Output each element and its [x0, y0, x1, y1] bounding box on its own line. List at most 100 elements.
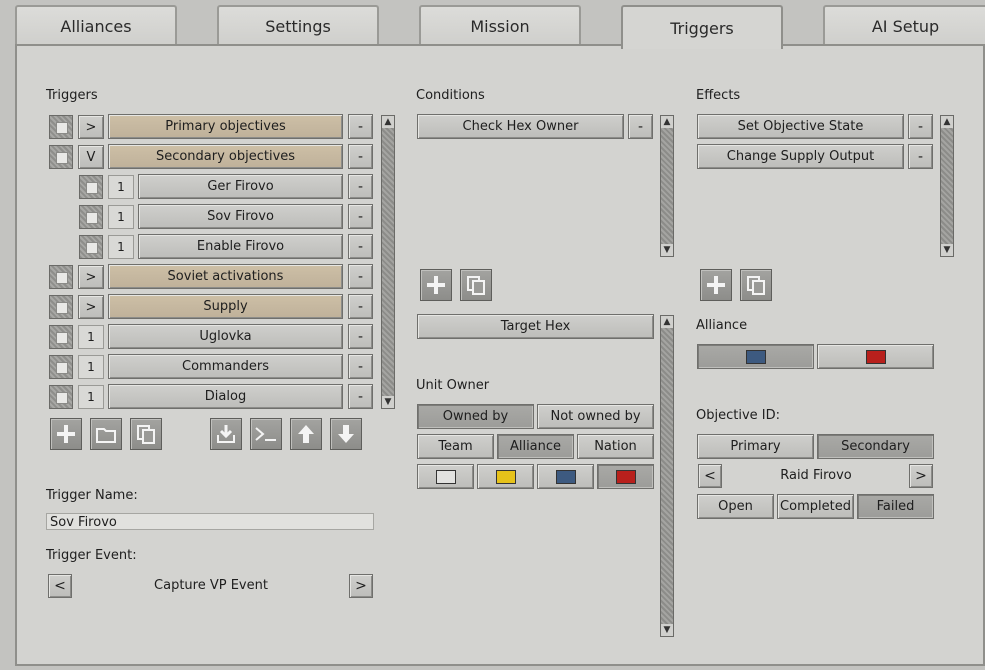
remove-trigger-button[interactable]: -	[348, 264, 373, 289]
trigger-item[interactable]: Ger Firovo	[138, 174, 343, 199]
scroll-up-icon[interactable]: ▲	[941, 116, 953, 128]
primary-button[interactable]: Primary	[697, 434, 814, 459]
add-condition-button[interactable]	[420, 269, 452, 301]
remove-trigger-button[interactable]: -	[348, 354, 373, 379]
remove-trigger-button[interactable]: -	[348, 174, 373, 199]
objective-prev-button[interactable]: <	[698, 464, 722, 488]
trigger-checkbox[interactable]	[79, 235, 103, 259]
import-button[interactable]	[210, 418, 242, 450]
remove-effect-button[interactable]: -	[908, 114, 933, 139]
team-button[interactable]: Team	[417, 434, 494, 459]
folder-icon	[96, 428, 116, 443]
owner-color-swatch[interactable]	[537, 464, 594, 489]
tab-settings[interactable]: Settings	[217, 5, 379, 45]
scroll-up-icon[interactable]: ▲	[661, 116, 673, 128]
owner-color-swatch[interactable]	[477, 464, 534, 489]
tab-ai-setup[interactable]: AI Setup	[823, 5, 985, 45]
scroll-up-icon[interactable]: ▲	[382, 116, 394, 128]
objective-value: Raid Firovo	[780, 468, 852, 483]
alliance-button[interactable]: Alliance	[497, 434, 574, 459]
trigger-item[interactable]: Enable Firovo	[138, 234, 343, 259]
event-prev-button[interactable]: <	[48, 574, 72, 598]
expand-toggle[interactable]: >	[78, 295, 104, 319]
event-next-button[interactable]: >	[349, 574, 373, 598]
trigger-item[interactable]: Dialog	[108, 384, 343, 409]
secondary-button[interactable]: Secondary	[817, 434, 934, 459]
add-effect-button[interactable]	[700, 269, 732, 301]
trigger-checkbox[interactable]	[79, 205, 103, 229]
effects-scrollbar[interactable]: ▲ ▼	[940, 115, 954, 257]
nation-button[interactable]: Nation	[577, 434, 654, 459]
remove-effect-button[interactable]: -	[908, 144, 933, 169]
expand-toggle[interactable]: >	[78, 265, 104, 289]
remove-condition-button[interactable]: -	[628, 114, 653, 139]
condition-params-scrollbar[interactable]: ▲ ▼	[660, 315, 674, 637]
target-hex-button[interactable]: Target Hex	[417, 314, 654, 339]
trigger-group-item[interactable]: Secondary objectives	[108, 144, 343, 169]
trigger-group-item[interactable]: Primary objectives	[108, 114, 343, 139]
trigger-item[interactable]: Sov Firovo	[138, 204, 343, 229]
trigger-event-label: Trigger Event:	[46, 548, 137, 563]
remove-trigger-button[interactable]: -	[348, 204, 373, 229]
trigger-group-item[interactable]: Supply	[108, 294, 343, 319]
trigger-name-input[interactable]: Sov Firovo	[46, 513, 374, 530]
owned-by-button[interactable]: Owned by	[417, 404, 534, 429]
add-folder-button[interactable]	[90, 418, 122, 450]
scroll-down-icon[interactable]: ▼	[661, 244, 673, 256]
scroll-down-icon[interactable]: ▼	[382, 396, 394, 408]
expand-toggle[interactable]: V	[78, 145, 104, 169]
owner-color-swatch[interactable]	[597, 464, 654, 489]
trigger-checkbox[interactable]	[49, 385, 73, 409]
trigger-item[interactable]: Uglovka	[108, 324, 343, 349]
trigger-count: 1	[108, 205, 134, 229]
expand-toggle[interactable]: >	[78, 115, 104, 139]
trigger-checkbox[interactable]	[49, 145, 73, 169]
objective-next-button[interactable]: >	[909, 464, 933, 488]
trigger-checkbox[interactable]	[49, 265, 73, 289]
scroll-down-icon[interactable]: ▼	[941, 244, 953, 256]
color-chip	[495, 469, 516, 484]
alliance-label: Alliance	[696, 318, 748, 333]
console-button[interactable]	[250, 418, 282, 450]
remove-trigger-button[interactable]: -	[348, 114, 373, 139]
open-button[interactable]: Open	[697, 494, 774, 519]
effect-item[interactable]: Set Objective State	[697, 114, 904, 139]
triggers-scrollbar[interactable]: ▲ ▼	[381, 115, 395, 409]
remove-trigger-button[interactable]: -	[348, 234, 373, 259]
alliance-color-swatch[interactable]	[697, 344, 814, 369]
add-trigger-button[interactable]	[50, 418, 82, 450]
completed-button[interactable]: Completed	[777, 494, 854, 519]
copy-trigger-button[interactable]	[130, 418, 162, 450]
conditions-scrollbar[interactable]: ▲ ▼	[660, 115, 674, 257]
effect-item[interactable]: Change Supply Output	[697, 144, 904, 169]
remove-trigger-button[interactable]: -	[348, 384, 373, 409]
alliance-color-swatch[interactable]	[817, 344, 934, 369]
tab-triggers[interactable]: Triggers	[621, 5, 783, 49]
trigger-checkbox[interactable]	[79, 175, 103, 199]
condition-item[interactable]: Check Hex Owner	[417, 114, 624, 139]
trigger-checkbox[interactable]	[49, 115, 73, 139]
trigger-checkbox[interactable]	[49, 355, 73, 379]
trigger-checkbox[interactable]	[49, 295, 73, 319]
trigger-checkbox[interactable]	[49, 325, 73, 349]
not-owned-by-button[interactable]: Not owned by	[537, 404, 654, 429]
remove-trigger-button[interactable]: -	[348, 294, 373, 319]
tab-mission[interactable]: Mission	[419, 5, 581, 45]
owner-color-swatch[interactable]	[417, 464, 474, 489]
remove-trigger-button[interactable]: -	[348, 324, 373, 349]
move-down-button[interactable]	[330, 418, 362, 450]
move-up-button[interactable]	[290, 418, 322, 450]
import-icon	[217, 425, 235, 443]
remove-trigger-button[interactable]: -	[348, 144, 373, 169]
trigger-name-label: Trigger Name:	[46, 488, 138, 503]
tab-alliances[interactable]: Alliances	[15, 5, 177, 45]
scroll-up-icon[interactable]: ▲	[661, 316, 673, 328]
copy-icon	[467, 276, 485, 295]
failed-button[interactable]: Failed	[857, 494, 934, 519]
scroll-down-icon[interactable]: ▼	[661, 624, 673, 636]
trigger-group-item[interactable]: Soviet activations	[108, 264, 343, 289]
trigger-item[interactable]: Commanders	[108, 354, 343, 379]
copy-condition-button[interactable]	[460, 269, 492, 301]
copy-effect-button[interactable]	[740, 269, 772, 301]
trigger-count: 1	[78, 355, 104, 379]
